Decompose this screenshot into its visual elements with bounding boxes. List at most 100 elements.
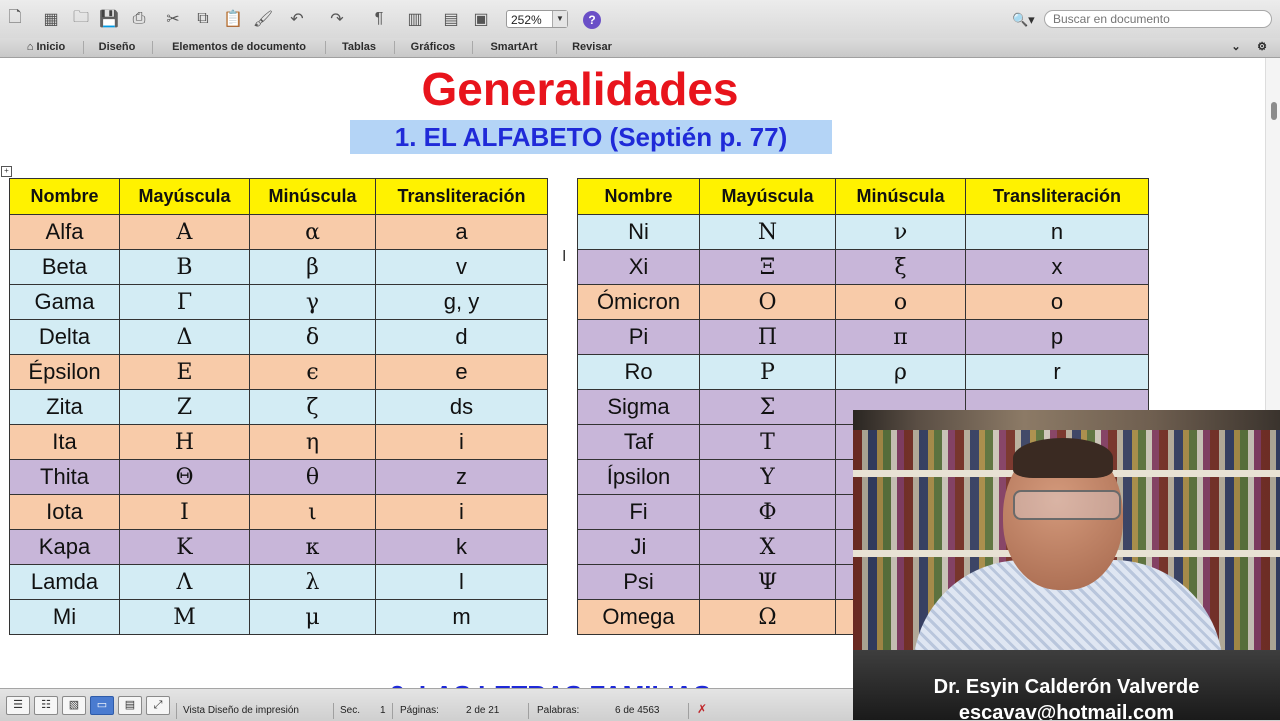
tab-label: Revisar bbox=[572, 41, 612, 53]
uppercase-cell: Π bbox=[699, 319, 836, 355]
publishing-view-button[interactable]: ▧ bbox=[62, 696, 86, 715]
transliteration-cell: v bbox=[375, 249, 548, 285]
notebook-view-button[interactable]: ▤ bbox=[118, 696, 142, 715]
table-row: Mi Μμ m bbox=[9, 599, 548, 635]
uppercase-cell: Η bbox=[119, 424, 250, 460]
tab-elementos-de-documento[interactable]: Elementos de documento bbox=[160, 38, 318, 57]
lowercase-cell: η bbox=[249, 424, 376, 460]
presenter-email: escavav@hotmail.com bbox=[958, 702, 1175, 720]
divider bbox=[528, 703, 529, 719]
name-cell: Ómicron bbox=[577, 284, 700, 320]
transliteration-cell: d bbox=[375, 319, 548, 355]
name-cell: Ni bbox=[577, 214, 700, 250]
tab-graficos[interactable]: Gráficos bbox=[402, 38, 464, 57]
divider bbox=[472, 41, 473, 54]
paste-icon[interactable]: 📋 bbox=[222, 8, 244, 30]
new-document-icon[interactable]: 🗋 bbox=[4, 8, 26, 30]
help-icon[interactable]: ? bbox=[583, 11, 601, 29]
lowercase-cell: λ bbox=[249, 564, 376, 600]
spelling-check-icon[interactable]: ✗ bbox=[697, 702, 707, 716]
media-icon[interactable]: ▣ bbox=[470, 8, 492, 30]
table-icon[interactable]: ▤ bbox=[440, 8, 462, 30]
outline-view-button[interactable]: ☷ bbox=[34, 696, 58, 715]
uppercase-cell: Ρ bbox=[699, 354, 836, 390]
open-folder-icon[interactable]: 🗀 bbox=[70, 8, 92, 30]
header-nombre: Nombre bbox=[9, 178, 120, 215]
webcam-video-overlay: Dr. Esyin Calderón Valverde escavav@hotm… bbox=[853, 410, 1280, 720]
gallery-icon[interactable]: ▦ bbox=[40, 8, 62, 30]
focus-view-button[interactable]: ⤢ bbox=[146, 696, 170, 715]
lowercase-cell: ο bbox=[835, 284, 966, 320]
uppercase-cell: Σ bbox=[699, 389, 836, 425]
uppercase-cell: Λ bbox=[119, 564, 250, 600]
name-cell: Fi bbox=[577, 494, 700, 530]
name-cell: Kapa bbox=[9, 529, 120, 565]
lowercase-cell: κ bbox=[249, 529, 376, 565]
header-transliteracion: Transliteración bbox=[375, 178, 548, 215]
uppercase-cell: Α bbox=[119, 214, 250, 250]
save-icon[interactable]: 💾 bbox=[98, 8, 120, 30]
uppercase-cell: Ο bbox=[699, 284, 836, 320]
lowercase-cell: ι bbox=[249, 494, 376, 530]
tab-inicio[interactable]: ⌂ Inicio bbox=[18, 38, 74, 57]
scrollbar-thumb[interactable] bbox=[1271, 102, 1277, 120]
uppercase-cell: Κ bbox=[119, 529, 250, 565]
name-cell: Delta bbox=[9, 319, 120, 355]
table-row: Ro Ρρ r bbox=[577, 354, 1149, 390]
tab-label: Inicio bbox=[36, 41, 66, 53]
tab-revisar[interactable]: Revisar bbox=[564, 38, 620, 57]
settings-icon[interactable]: ⚙ bbox=[1252, 38, 1272, 57]
lowercase-cell: γ bbox=[249, 284, 376, 320]
print-icon[interactable]: ⎙ bbox=[128, 8, 150, 30]
uppercase-cell: Γ bbox=[119, 284, 250, 320]
uppercase-cell: Δ bbox=[119, 319, 250, 355]
collapse-ribbon-icon[interactable]: ⌄ bbox=[1226, 38, 1246, 57]
section-value: 1 bbox=[380, 705, 386, 716]
undo-icon[interactable]: ↶ bbox=[286, 8, 308, 30]
search-icon[interactable]: 🔍▾ bbox=[1012, 10, 1044, 30]
table-row: Lamda Λλ l bbox=[9, 564, 548, 600]
tab-tablas[interactable]: Tablas bbox=[332, 38, 386, 57]
uppercase-cell: Ν bbox=[699, 214, 836, 250]
cut-icon[interactable]: ✂ bbox=[162, 8, 184, 30]
table-header-row: Nombre Mayúscula Minúscula Transliteraci… bbox=[9, 178, 548, 215]
divider bbox=[152, 41, 153, 54]
transliteration-cell: z bbox=[375, 459, 548, 495]
alphabet-table-left: Nombre Mayúscula Minúscula Transliteraci… bbox=[9, 178, 548, 635]
copy-icon[interactable]: ⧉ bbox=[192, 8, 214, 30]
tab-diseno[interactable]: Diseño bbox=[90, 38, 144, 57]
search-input[interactable] bbox=[1044, 10, 1272, 28]
name-cell: Épsilon bbox=[9, 354, 120, 390]
header-mayuscula: Mayúscula bbox=[699, 178, 836, 215]
transliteration-cell: m bbox=[375, 599, 548, 635]
name-cell: Gama bbox=[9, 284, 120, 320]
header-nombre: Nombre bbox=[577, 178, 700, 215]
name-cell: Psi bbox=[577, 564, 700, 600]
print-layout-view-button[interactable]: ▭ bbox=[90, 696, 114, 715]
chevron-down-icon[interactable]: ▼ bbox=[552, 11, 567, 27]
lowercase-cell: ξ bbox=[835, 249, 966, 285]
table-row: Zita Ζζ ds bbox=[9, 389, 548, 425]
redo-icon[interactable]: ↷ bbox=[326, 8, 348, 30]
pilcrow-icon[interactable]: ¶ bbox=[368, 8, 390, 30]
tab-smartart[interactable]: SmartArt bbox=[480, 38, 548, 57]
name-cell: Xi bbox=[577, 249, 700, 285]
search-box: 🔍▾ bbox=[1012, 10, 1274, 30]
header-transliteracion: Transliteración bbox=[965, 178, 1149, 215]
zoom-select[interactable]: 252% ▼ bbox=[506, 10, 568, 28]
name-cell: Omega bbox=[577, 599, 700, 635]
sidebar-toggle-icon[interactable]: ▥ bbox=[404, 8, 426, 30]
uppercase-cell: Ξ bbox=[699, 249, 836, 285]
table-move-handle-icon[interactable]: + bbox=[1, 166, 12, 177]
uppercase-cell: Υ bbox=[699, 459, 836, 495]
transliteration-cell: k bbox=[375, 529, 548, 565]
draft-view-button[interactable]: ☰ bbox=[6, 696, 30, 715]
name-cell: Ita bbox=[9, 424, 120, 460]
transliteration-cell: r bbox=[965, 354, 1149, 390]
pages-label: Páginas: bbox=[400, 705, 439, 716]
table-row: Ómicron Οο o bbox=[577, 284, 1149, 320]
tab-label: Gráficos bbox=[410, 41, 456, 53]
table-row: Iota Ιι i bbox=[9, 494, 548, 530]
format-painter-icon[interactable]: 🖌 bbox=[252, 8, 274, 30]
tab-label: Diseño bbox=[98, 41, 136, 53]
